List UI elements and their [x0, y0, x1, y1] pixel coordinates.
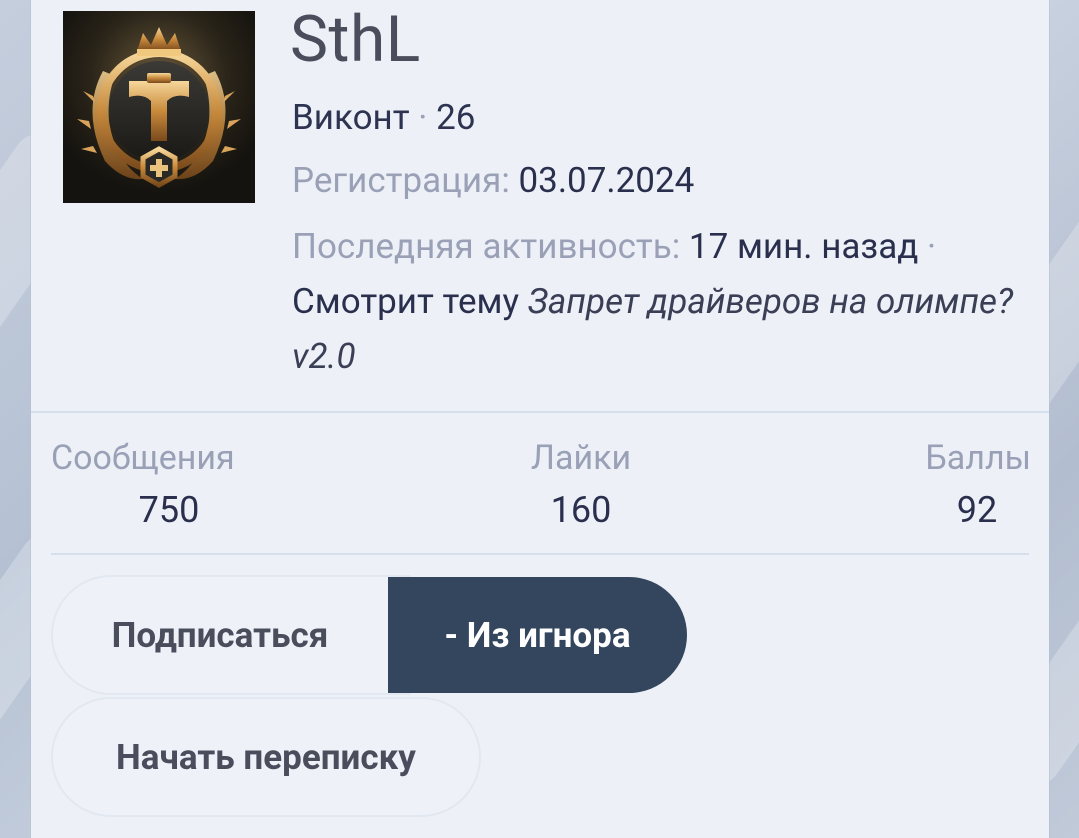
stat-value: 92	[956, 489, 998, 531]
registration-line: Регистрация: 03.07.2024	[292, 153, 694, 209]
registration-label: Регистрация:	[292, 160, 510, 201]
start-conversation-button[interactable]: Начать переписку	[51, 697, 481, 817]
user-rank: Виконт	[292, 97, 410, 138]
activity-separator: ·	[918, 226, 937, 267]
crown-emblem-icon	[63, 11, 255, 203]
stat-value: 160	[550, 489, 612, 531]
stat-label: Лайки	[530, 438, 632, 478]
activity-action: Смотрит тему	[292, 281, 520, 322]
member-profile-card: SthL Виконт · 26 Регистрация: 03.07.2024…	[31, 0, 1049, 838]
last-activity: Последняя активность: 17 мин. назад · См…	[292, 219, 1032, 384]
divider	[31, 411, 1049, 413]
stat-points[interactable]: Баллы 92	[901, 432, 1031, 536]
username: SthL	[290, 2, 421, 77]
separator: ·	[409, 97, 437, 138]
last-activity-label: Последняя активность:	[292, 226, 681, 267]
divider	[51, 553, 1029, 555]
avatar[interactable]	[63, 11, 255, 203]
stat-label: Баллы	[925, 438, 1031, 478]
stat-messages[interactable]: Сообщения 750	[51, 432, 287, 536]
stat-label: Сообщения	[51, 438, 235, 478]
unignore-button[interactable]: - Из игнора	[388, 577, 687, 693]
last-activity-value: 17 мин. назад	[688, 226, 919, 267]
registration-date: 03.07.2024	[518, 160, 695, 201]
stat-value: 750	[138, 489, 200, 531]
subscribe-button[interactable]: Подписаться	[51, 575, 411, 695]
user-level: 26	[436, 97, 476, 138]
stat-likes[interactable]: Лайки 160	[511, 432, 651, 536]
user-title-line: Виконт · 26	[292, 90, 475, 146]
